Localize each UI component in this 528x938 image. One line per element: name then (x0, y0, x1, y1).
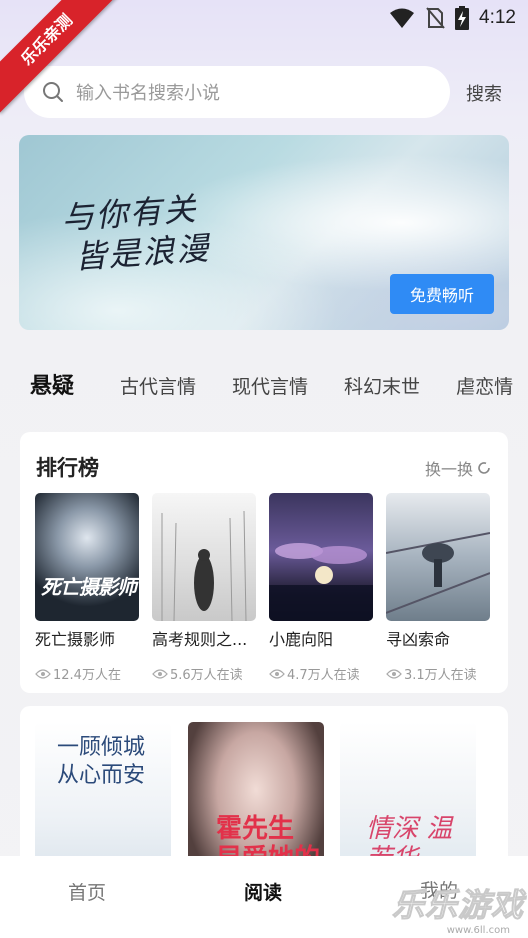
cover-title: 死亡摄影师 (41, 575, 137, 599)
battery-charging-icon (455, 6, 470, 30)
book-item[interactable]: 小鹿向阳 4.7万人在读 (269, 493, 373, 683)
ranking-card: 排行榜 换一换 死亡摄影师 死亡摄影师 12.4万人在 高考规则之... 5.6… (20, 432, 508, 693)
refresh-button[interactable]: 换一换 (425, 456, 492, 480)
eye-icon (386, 668, 402, 679)
search-icon (43, 82, 63, 102)
watermark-logo: 乐乐游戏 (391, 886, 524, 925)
book-title: 小鹿向阳 (269, 630, 334, 649)
free-listen-button[interactable]: 免费畅听 (390, 274, 494, 314)
reader-count: 12.4万人在 (53, 668, 121, 683)
featured-books-card: 一顾倾城 从心而安 霍先生 早爱她的 情深 温若华 (20, 706, 508, 876)
book-cover (269, 493, 373, 621)
book-title: 寻凶索命 (386, 630, 451, 649)
book-title: 死亡摄影师 (35, 630, 116, 649)
wifi-icon (390, 8, 415, 28)
search-placeholder: 输入书名搜索小说 (76, 83, 220, 104)
status-icons: 4:12 (389, 6, 516, 30)
ranking-title: 排行榜 (36, 456, 99, 480)
tab-modern-romance[interactable]: 现代言情 (232, 372, 308, 399)
tab-ancient-romance[interactable]: 古代言情 (120, 372, 196, 399)
nav-home[interactable]: 首页 (68, 878, 106, 905)
reader-count: 5.6万人在读 (170, 668, 243, 683)
book-item[interactable]: 死亡摄影师 死亡摄影师 12.4万人在 (35, 493, 139, 683)
featured-book[interactable]: 霍先生 早爱她的 (188, 722, 324, 876)
cover-art (269, 543, 373, 621)
book-item[interactable]: 寻凶索命 3.1万人在读 (386, 493, 490, 683)
book-readers: 12.4万人在 (35, 664, 139, 683)
bottom-nav: 首页 阅读 我的 乐乐游戏 www.6ll.com (0, 856, 528, 938)
banner-title: 与你有关 皆是浪漫 (60, 188, 211, 278)
reader-count: 3.1万人在读 (404, 668, 477, 683)
book-item[interactable]: 高考规则之... 5.6万人在读 (152, 493, 256, 683)
eye-icon (35, 668, 51, 679)
tab-scifi-apocalypse[interactable]: 科幻末世 (344, 372, 420, 399)
search-button[interactable]: 搜索 (466, 80, 502, 106)
search-input[interactable]: 输入书名搜索小说 (24, 66, 450, 118)
nav-reading[interactable]: 阅读 (244, 878, 282, 905)
eye-icon (152, 668, 168, 679)
reader-count: 4.7万人在读 (287, 668, 360, 683)
cover-art (161, 510, 247, 621)
watermark-url: www.6ll.com (446, 925, 510, 936)
ranking-books: 死亡摄影师 死亡摄影师 12.4万人在 高考规则之... 5.6万人在读 小鹿向… (35, 493, 490, 683)
banner-title-line2: 皆是浪漫 (73, 228, 212, 277)
cover-title: 一顾倾城 从心而安 (57, 735, 146, 788)
book-cover (386, 493, 490, 621)
category-tabs: 悬疑 古代言情 现代言情 科幻末世 虐恋情 (30, 368, 528, 400)
book-readers: 3.1万人在读 (386, 664, 490, 683)
book-cover: 死亡摄影师 (35, 493, 139, 621)
featured-book[interactable]: 一顾倾城 从心而安 (35, 722, 171, 876)
book-readers: 4.7万人在读 (269, 664, 373, 683)
tab-angst-romance[interactable]: 虐恋情 (456, 372, 513, 399)
featured-book[interactable]: 情深 温若华 (340, 722, 476, 876)
no-sim-icon (426, 7, 445, 29)
status-time: 4:12 (479, 7, 516, 28)
eye-icon (269, 668, 285, 679)
book-cover (152, 493, 256, 621)
refresh-label: 换一换 (424, 460, 473, 479)
book-readers: 5.6万人在读 (152, 664, 256, 683)
tab-suspense[interactable]: 悬疑 (30, 368, 74, 400)
refresh-icon (478, 462, 490, 474)
book-title: 高考规则之... (152, 630, 248, 649)
promo-banner[interactable]: 与你有关 皆是浪漫 免费畅听 (19, 135, 509, 330)
cover-art (386, 532, 490, 614)
